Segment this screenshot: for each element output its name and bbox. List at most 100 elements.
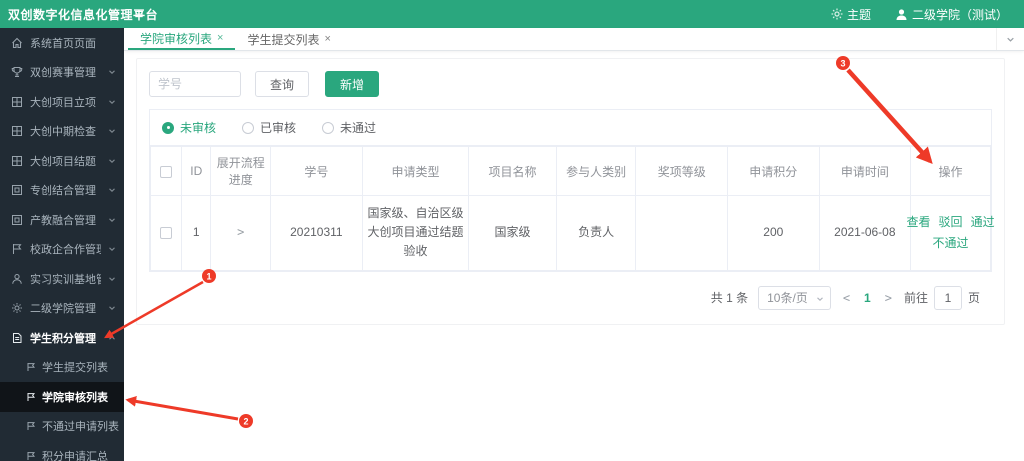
- sidebar-subitem-label: 积分申请汇总: [42, 450, 108, 461]
- sidebar-subitem-points-summary[interactable]: 积分申请汇总: [0, 441, 124, 461]
- sidebar-item-industry-education[interactable]: 产教融合管理: [0, 205, 124, 235]
- table-header-row: ID 展开流程进度 学号 申请类型 项目名称 参与人类别 奖项等级 申请积分 申…: [149, 146, 991, 196]
- sidebar-item-label: 系统首页页面: [30, 37, 96, 50]
- tab-dropdown-button[interactable]: [996, 28, 1024, 50]
- user-menu[interactable]: 二级学院（测试）: [895, 6, 1008, 23]
- sidebar-item-home[interactable]: 系统首页页面: [0, 28, 124, 58]
- trophy-icon: [11, 67, 23, 78]
- chevron-down-icon: [109, 247, 115, 252]
- tab-label: 学院审核列表: [140, 31, 213, 46]
- tab-student-submit-list[interactable]: 学生提交列表 ×: [235, 28, 342, 50]
- disapprove-link[interactable]: 不通过: [933, 234, 969, 253]
- sidebar-subitem-college-audit-list[interactable]: 学院审核列表: [0, 382, 124, 412]
- sidebar-item-student-points[interactable]: 学生积分管理: [0, 323, 124, 353]
- grid-icon: [12, 96, 22, 107]
- chevron-down-icon: [109, 188, 115, 193]
- sidebar-item-project-initiation[interactable]: 大创项目立项: [0, 87, 124, 117]
- radio-label: 未通过: [340, 121, 377, 135]
- tab-bar: 学院审核列表 × 学生提交列表 ×: [124, 28, 1024, 51]
- col-header-apply-type: 申请类型: [361, 146, 470, 196]
- theme-label: 主题: [846, 7, 871, 22]
- chevron-down-icon: [109, 218, 115, 222]
- sidebar-item-label: 双创赛事管理: [30, 67, 96, 80]
- sidebar-subitem-student-submit-list[interactable]: 学生提交列表: [0, 353, 124, 383]
- cell-participant-type: 负责人: [555, 195, 637, 271]
- reject-link[interactable]: 驳回: [939, 213, 963, 232]
- prev-page-button[interactable]: <: [841, 291, 852, 305]
- flag-icon: [13, 244, 22, 255]
- sidebar-item-specialty-innovation[interactable]: 专创结合管理: [0, 176, 124, 206]
- sidebar-item-label: 学生积分管理: [30, 332, 96, 345]
- sidebar-item-school-gov-enterprise[interactable]: 校政企合作管理: [0, 235, 124, 265]
- col-header-actions: 操作: [910, 146, 991, 196]
- add-button[interactable]: 新增: [325, 71, 380, 97]
- radio-not-passed[interactable]: 未通过: [322, 119, 376, 136]
- select-all-checkbox[interactable]: [160, 165, 173, 178]
- expand-row-icon[interactable]: >: [237, 225, 244, 239]
- page-size-select[interactable]: 10条/页: [758, 285, 831, 310]
- col-header-project-name: 项目名称: [468, 146, 557, 196]
- query-button[interactable]: 查询: [255, 71, 310, 97]
- sidebar-subitem-label: 学院审核列表: [42, 391, 108, 404]
- goto-label: 前往: [903, 291, 928, 306]
- cell-apply-time: 2021-06-08: [818, 195, 912, 271]
- tab-label: 学生提交列表: [247, 32, 320, 47]
- sidebar-item-competitions[interactable]: 双创赛事管理: [0, 58, 124, 88]
- sidebar-item-internship-base[interactable]: 实习实训基地管理: [0, 264, 124, 294]
- person-icon: [12, 273, 22, 284]
- sidebar-item-label: 产教融合管理: [30, 214, 96, 227]
- app-window: 双创数字化信息化管理平台 ≡ 主题 二级学院（测试） 系统首页页面 双创赛事管理: [0, 0, 1024, 461]
- close-icon[interactable]: ×: [217, 32, 223, 44]
- radio-unreviewed[interactable]: 未审核: [162, 119, 216, 136]
- student-id-search-input[interactable]: [149, 71, 241, 97]
- hamburger-menu-icon[interactable]: ≡: [124, 6, 154, 23]
- row-checkbox-cell: [149, 195, 183, 271]
- sidebar-item-secondary-college[interactable]: 二级学院管理: [0, 294, 124, 324]
- gear-icon: [12, 303, 22, 314]
- col-header-award-level: 奖项等级: [635, 146, 729, 196]
- row-checkbox[interactable]: [160, 227, 173, 240]
- user-icon: [896, 8, 907, 20]
- radio-reviewed[interactable]: 已审核: [242, 119, 296, 136]
- total-count: 共 1 条: [710, 291, 749, 306]
- view-link[interactable]: 查看: [907, 213, 931, 232]
- table-row: 1 > 20210311 国家级、自治区级大创项目通过结题验收 国家级 负责人 …: [149, 195, 995, 271]
- flag-icon: [27, 422, 36, 431]
- home-icon: [12, 37, 22, 48]
- cell-student-id: 20210311: [270, 195, 363, 271]
- sidebar-item-label: 二级学院管理: [30, 303, 96, 316]
- status-filter-group: 未审核 已审核 未通过: [150, 110, 991, 146]
- chevron-down-icon: [109, 306, 115, 311]
- next-page-button[interactable]: >: [883, 291, 894, 305]
- sidebar-subitem-label: 不通过申请列表: [42, 421, 119, 434]
- pagination: 共 1 条 10条/页 < 1 > 前往 页: [137, 272, 992, 310]
- header-right: 主题 二级学院（测试）: [813, 6, 1024, 23]
- approve-link[interactable]: 通过: [971, 213, 995, 232]
- tab-college-audit-list[interactable]: 学院审核列表 ×: [128, 28, 236, 50]
- box-icon: [12, 185, 22, 196]
- box-icon: [12, 214, 22, 225]
- col-header-apply-time: 申请时间: [818, 146, 912, 196]
- sidebar-subitem-label: 学生提交列表: [42, 362, 108, 375]
- gear-icon: [831, 8, 843, 20]
- cell-id: 1: [181, 195, 212, 271]
- radio-dot: [242, 121, 255, 134]
- chevron-down-icon: [816, 296, 823, 301]
- theme-button[interactable]: 主题: [831, 6, 871, 23]
- sidebar-nav: 系统首页页面 双创赛事管理 大创项目立项 大创中期检查 大创项目结题 专创结合管…: [0, 28, 124, 461]
- content-area: 查询 新增 未审核 已审核: [124, 51, 1024, 461]
- sidebar-item-midterm-check[interactable]: 大创中期检查: [0, 117, 124, 147]
- radio-label: 未审核: [180, 121, 217, 135]
- chevron-down-icon: [109, 70, 115, 75]
- current-page[interactable]: 1: [862, 291, 873, 305]
- col-header-points: 申请积分: [727, 146, 820, 196]
- goto-suffix: 页: [967, 291, 980, 306]
- sidebar-subitem-rejected-application-list[interactable]: 不通过申请列表: [0, 412, 124, 442]
- close-icon[interactable]: ×: [324, 33, 330, 45]
- chevron-down-icon: [109, 100, 115, 104]
- sidebar-item-label: 专创结合管理: [30, 185, 96, 198]
- chevron-down-icon: [109, 277, 115, 281]
- page-size-value: 10条/页: [767, 291, 808, 306]
- goto-page-input[interactable]: [933, 285, 962, 310]
- sidebar-item-project-conclusion[interactable]: 大创项目结题: [0, 146, 124, 176]
